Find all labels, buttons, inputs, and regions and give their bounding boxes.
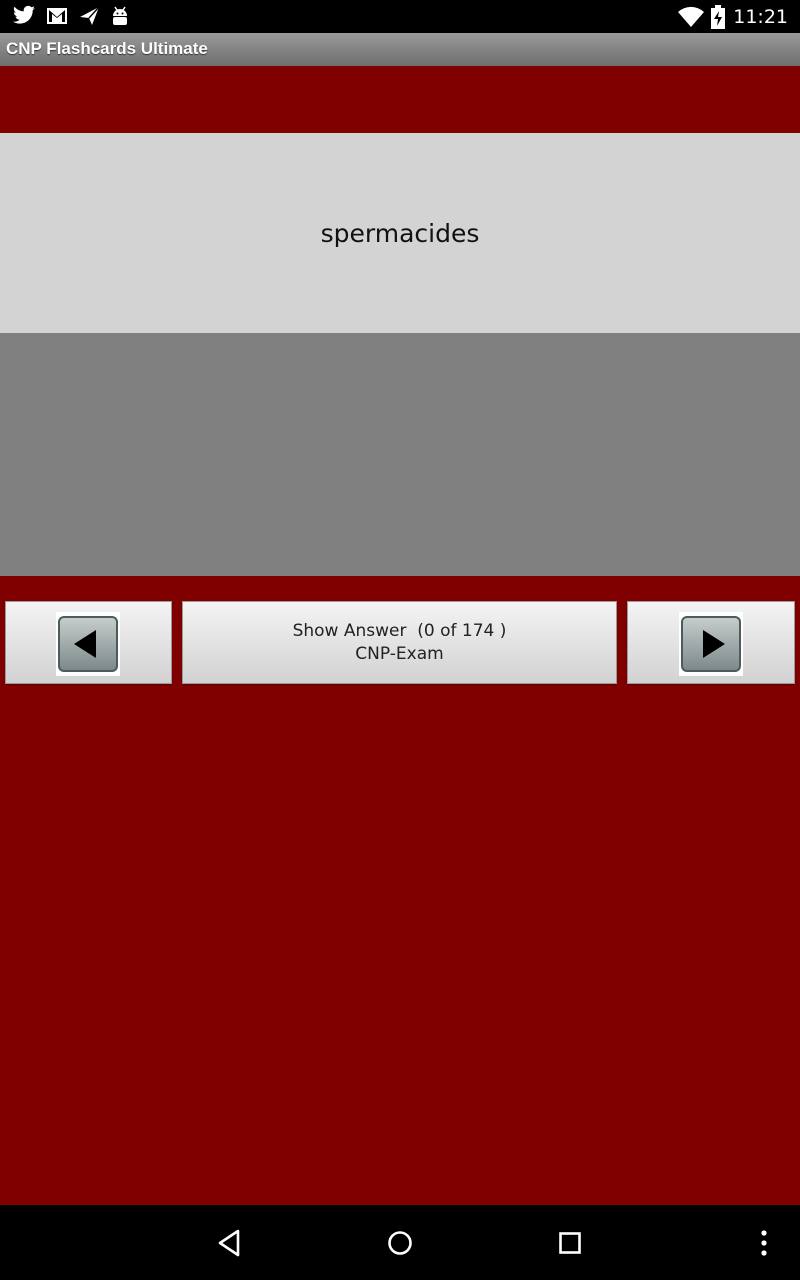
navigation-bar: [0, 1205, 800, 1280]
show-answer-label: Show Answer (0 of 174 ): [292, 620, 507, 641]
flashcard-front[interactable]: spermacides: [0, 133, 800, 333]
overflow-menu-icon[interactable]: [752, 1227, 776, 1259]
next-card-button[interactable]: [627, 601, 795, 684]
show-answer-button[interactable]: Show Answer (0 of 174 ) CNP-Exam: [182, 601, 617, 684]
battery-charging-icon: [711, 4, 726, 29]
status-time: 11:21: [733, 5, 788, 28]
android-icon: [113, 6, 127, 25]
gmail-icon: [47, 8, 67, 24]
right-arrow-icon: [679, 612, 743, 676]
wifi-icon: [678, 6, 705, 27]
deck-name-label: CNP-Exam: [355, 643, 444, 664]
flashcard-term: spermacides: [320, 218, 480, 248]
app-title-bar: CNP Flashcards Ultimate: [0, 33, 800, 66]
previous-card-button[interactable]: [5, 601, 172, 684]
twitter-icon: [13, 5, 35, 24]
app-title: CNP Flashcards Ultimate: [6, 39, 208, 58]
flashcard-answer-area[interactable]: [0, 333, 800, 576]
home-icon[interactable]: [384, 1227, 416, 1259]
left-arrow-icon: [56, 612, 120, 676]
send-icon: [80, 6, 100, 25]
back-icon[interactable]: [214, 1227, 246, 1259]
status-bar: 11:21: [0, 0, 800, 33]
recents-icon[interactable]: [554, 1227, 586, 1259]
